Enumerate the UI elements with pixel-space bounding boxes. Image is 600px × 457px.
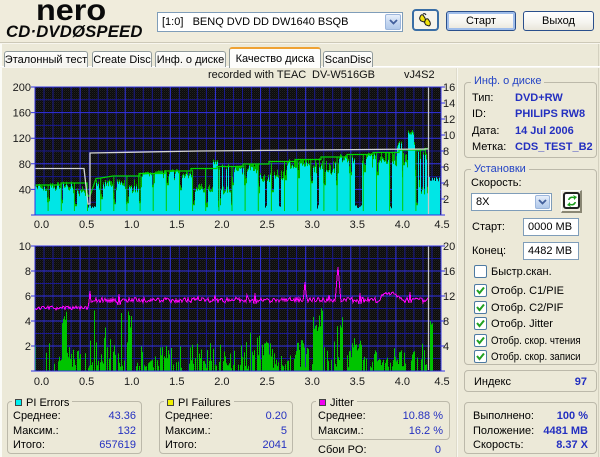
svg-text:16: 16 bbox=[443, 266, 455, 278]
svg-text:40: 40 bbox=[19, 184, 31, 196]
svg-text:2.5: 2.5 bbox=[259, 219, 274, 231]
svg-text:12: 12 bbox=[443, 114, 455, 126]
svg-text:3.0: 3.0 bbox=[305, 219, 320, 231]
svg-text:3.0: 3.0 bbox=[305, 376, 320, 388]
svg-text:3.5: 3.5 bbox=[350, 376, 365, 388]
svg-text:0.0: 0.0 bbox=[34, 219, 49, 231]
svg-text:0.5: 0.5 bbox=[79, 219, 94, 231]
svg-text:80: 80 bbox=[19, 159, 31, 171]
svg-text:1.5: 1.5 bbox=[169, 219, 184, 231]
svg-text:2.0: 2.0 bbox=[214, 376, 229, 388]
svg-text:vJ4S2: vJ4S2 bbox=[404, 69, 435, 81]
svg-text:8: 8 bbox=[443, 146, 449, 158]
svg-text:14: 14 bbox=[443, 98, 455, 110]
svg-text:4.0: 4.0 bbox=[395, 219, 410, 231]
svg-text:8: 8 bbox=[443, 316, 449, 328]
svg-text:200: 200 bbox=[13, 82, 31, 94]
svg-text:1.5: 1.5 bbox=[169, 376, 184, 388]
svg-text:2.5: 2.5 bbox=[259, 376, 274, 388]
svg-text:10: 10 bbox=[443, 130, 455, 142]
svg-text:120: 120 bbox=[13, 133, 31, 145]
svg-text:2.0: 2.0 bbox=[214, 219, 229, 231]
svg-text:20: 20 bbox=[443, 241, 455, 253]
svg-text:16: 16 bbox=[443, 82, 455, 94]
svg-text:6: 6 bbox=[443, 162, 449, 174]
svg-text:4: 4 bbox=[443, 341, 449, 353]
svg-text:2: 2 bbox=[25, 341, 31, 353]
svg-text:4.0: 4.0 bbox=[395, 376, 410, 388]
svg-text:8: 8 bbox=[25, 266, 31, 278]
svg-text:4: 4 bbox=[443, 178, 449, 190]
svg-text:12: 12 bbox=[443, 291, 455, 303]
svg-text:3.5: 3.5 bbox=[350, 219, 365, 231]
svg-text:4.5: 4.5 bbox=[434, 376, 449, 388]
svg-text:1.0: 1.0 bbox=[124, 219, 139, 231]
svg-text:recorded with TEAC: recorded with TEAC bbox=[208, 69, 306, 81]
svg-text:0.0: 0.0 bbox=[34, 376, 49, 388]
svg-text:6: 6 bbox=[25, 291, 31, 303]
svg-text:4: 4 bbox=[25, 316, 31, 328]
svg-text:4.5: 4.5 bbox=[434, 219, 449, 231]
svg-text:2: 2 bbox=[443, 194, 449, 206]
svg-text:10: 10 bbox=[19, 241, 31, 253]
svg-text:DV-W516GB: DV-W516GB bbox=[312, 69, 375, 81]
svg-text:1.0: 1.0 bbox=[124, 376, 139, 388]
svg-text:0.5: 0.5 bbox=[79, 376, 94, 388]
svg-text:160: 160 bbox=[13, 108, 31, 120]
